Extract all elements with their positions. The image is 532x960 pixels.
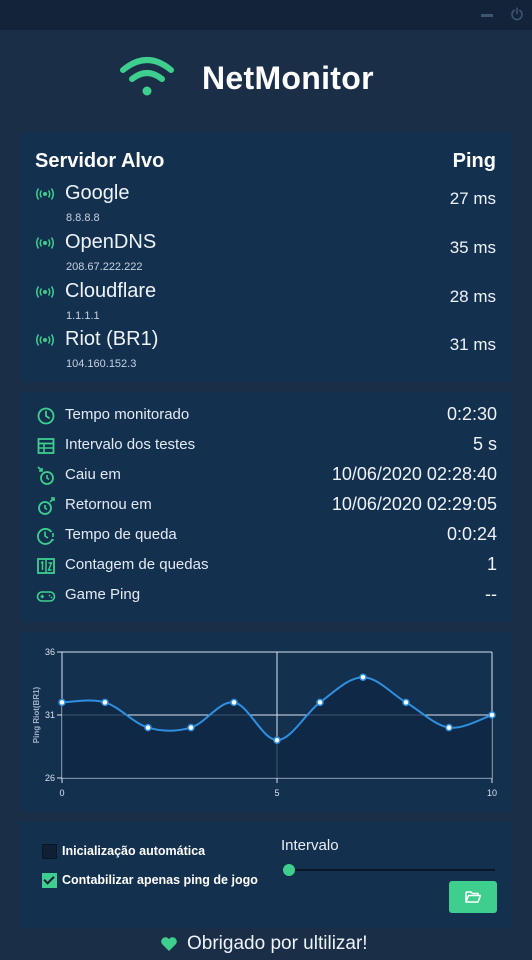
timer-up-icon (38, 497, 55, 515)
data-point (230, 698, 238, 707)
server-row-cloudflare[interactable]: Cloudflare 1.1.1.1 28 ms (20, 280, 512, 328)
stat-label: Caiu em (65, 466, 121, 483)
app-title: NetMonitor (202, 60, 374, 96)
stat-label: Retornou em (65, 496, 152, 513)
autostart-checkbox[interactable] (42, 844, 57, 859)
stat-label: Contagem de quedas (65, 556, 209, 573)
data-point (58, 698, 66, 707)
x-tick-label: 10 (487, 788, 497, 798)
interval-slider-thumb[interactable] (283, 864, 295, 876)
server-ping: 31 ms (449, 335, 496, 354)
minimize-icon[interactable] (480, 7, 494, 21)
server-name: OpenDNS (65, 231, 157, 253)
y-tick-label: 36 (45, 647, 55, 657)
interval-label: Intervalo (281, 837, 339, 854)
servers-panel: Servidor Alvo Ping Google 8.8.8.8 27 ms … (20, 132, 512, 382)
power-icon[interactable] (510, 7, 524, 21)
server-name: Google (65, 182, 130, 204)
signal-icon (36, 334, 54, 346)
title-bar (0, 0, 532, 30)
app-header: NetMonitor (120, 52, 420, 102)
server-row-opendns[interactable]: OpenDNS 208.67.222.222 35 ms (20, 231, 512, 279)
interval-slider-track[interactable] (289, 869, 495, 871)
data-point (101, 698, 109, 707)
stat-value: 0:2:30 (446, 404, 497, 424)
stat-row-test-interval: Intervalo dos testes 5 s (20, 432, 512, 462)
gamepad-icon (36, 591, 56, 602)
stat-row-monitored-time: Tempo monitorado 0:2:30 (20, 402, 512, 432)
data-point (316, 698, 324, 707)
stats-panel: Tempo monitorado 0:2:30 Intervalo dos te… (20, 392, 512, 622)
timer-down-icon (37, 466, 54, 485)
stat-label: Game Ping (65, 586, 141, 603)
stat-value: 0:0:24 (446, 524, 497, 544)
signal-icon (36, 188, 54, 200)
server-ping: 27 ms (449, 189, 496, 208)
stat-label: Intervalo dos testes (65, 436, 196, 453)
x-tick-label: 0 (59, 788, 64, 798)
calendar-table-icon (37, 438, 55, 454)
server-ip: 208.67.222.222 (66, 261, 143, 273)
signal-icon (36, 286, 54, 298)
stat-label: Tempo monitorado (65, 406, 190, 423)
stat-row-went-down: Caiu em 10/06/2020 02:28:40 (20, 462, 512, 492)
stat-value: 10/06/2020 02:29:05 (331, 494, 497, 514)
stat-label: Tempo de queda (65, 526, 177, 543)
counter-icon (37, 558, 55, 574)
footer: Obrigado por ultilizar! (160, 933, 420, 957)
open-folder-button[interactable] (449, 881, 497, 913)
y-tick-label: 26 (45, 773, 55, 783)
data-point (187, 723, 195, 732)
y-axis-label: Ping Riot(BR1) (32, 686, 41, 743)
data-point (445, 723, 453, 732)
autostart-label: Inicialização automática (62, 844, 206, 858)
server-ip: 104.160.152.3 (66, 358, 137, 370)
x-tick-label: 5 (274, 788, 279, 798)
server-row-google[interactable]: Google 8.8.8.8 27 ms (20, 182, 512, 230)
server-ping: 28 ms (449, 287, 496, 306)
stat-row-game-ping: Game Ping -- (20, 582, 512, 612)
server-name: Cloudflare (65, 280, 157, 302)
settings-panel: Inicialização automática Contabilizar ap… (20, 822, 512, 928)
clock-alert-icon (37, 528, 54, 545)
thank-you-text: Obrigado por ultilizar! (187, 933, 368, 954)
y-tick-label: 31 (45, 710, 55, 720)
clock-icon (37, 407, 55, 425)
data-point (144, 723, 152, 732)
server-name: Riot (BR1) (65, 328, 159, 350)
stat-value: -- (485, 584, 497, 604)
server-ip: 8.8.8.8 (66, 212, 100, 224)
heart-icon (161, 937, 177, 951)
stat-value: 10/06/2020 02:28:40 (331, 464, 497, 484)
folder-open-icon (465, 891, 481, 903)
stat-value: 1 (486, 554, 497, 574)
server-ping: 35 ms (449, 238, 496, 257)
stat-value: 5 s (472, 434, 497, 454)
game-ping-only-label: Contabilizar apenas ping de jogo (62, 873, 258, 887)
data-point (273, 736, 281, 744)
stat-row-came-back: Retornou em 10/06/2020 02:29:05 (20, 492, 512, 522)
signal-icon (36, 237, 54, 249)
data-point (359, 673, 367, 681)
ping-chart: 0 5 10 26 31 36 Ping Riot(BR1) (32, 647, 497, 798)
wifi-logo-icon (120, 57, 174, 96)
stat-row-downtime: Tempo de queda 0:0:24 (20, 522, 512, 552)
game-ping-only-checkbox[interactable] (42, 873, 57, 888)
server-row-riot[interactable]: Riot (BR1) 104.160.152.3 31 ms (20, 328, 512, 376)
ping-column-header: Ping (452, 150, 496, 172)
stat-row-drop-count: Contagem de quedas 1 (20, 552, 512, 582)
server-ip: 1.1.1.1 (66, 310, 100, 322)
data-point (488, 711, 496, 719)
data-point (402, 698, 410, 707)
ping-chart-panel: 0 5 10 26 31 36 Ping Riot(BR1) (20, 632, 512, 812)
server-column-header: Servidor Alvo (35, 150, 165, 172)
